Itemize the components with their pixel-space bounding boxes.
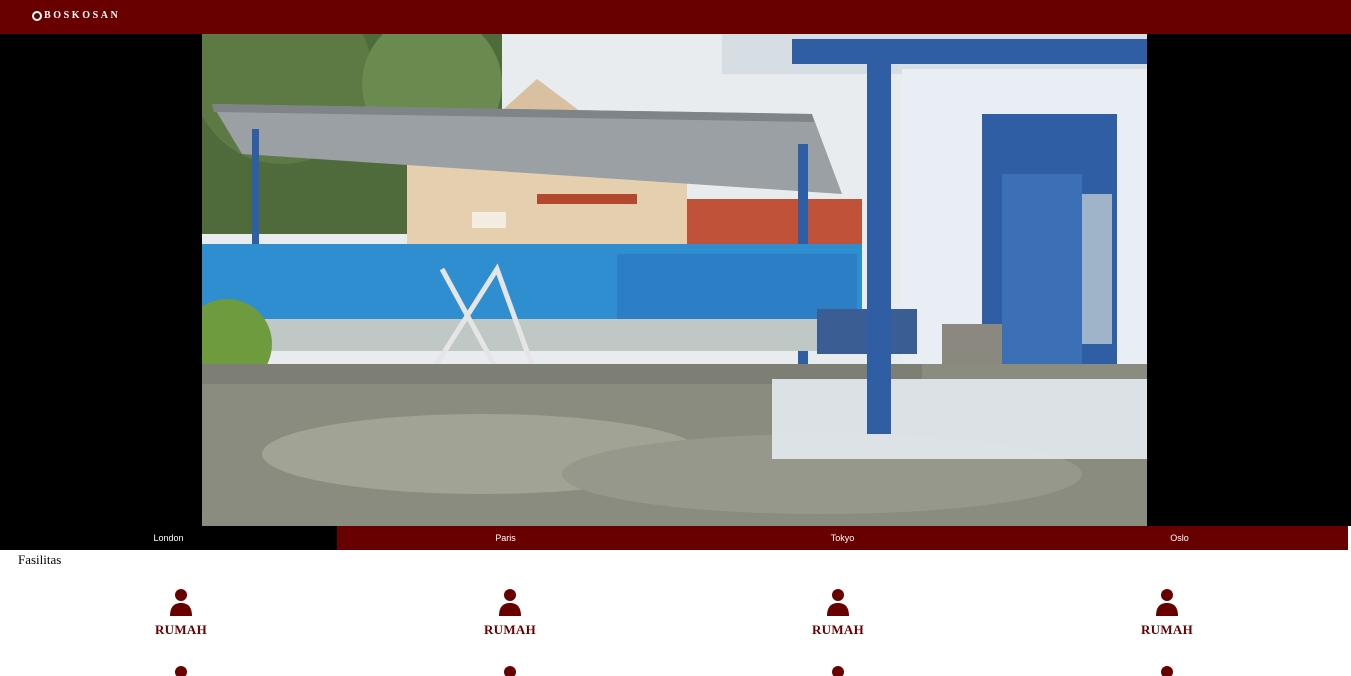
person-icon	[499, 589, 521, 616]
hero-slider	[0, 34, 1351, 526]
tab-london[interactable]: London	[0, 526, 337, 550]
hero-photo	[202, 34, 1147, 526]
facility-label: RUMAH	[154, 622, 208, 637]
tab-label: Tokyo	[830, 533, 855, 543]
facility-card[interactable]	[111, 665, 251, 676]
facility-card[interactable]	[768, 665, 908, 676]
person-icon	[504, 666, 516, 676]
facility-card[interactable]: RUMAH	[768, 588, 908, 638]
logo-circle-icon	[32, 10, 42, 21]
person-icon	[1156, 589, 1178, 616]
brand-name: BOSKOSAN	[44, 10, 121, 21]
person-icon	[827, 589, 849, 616]
person-icon	[1161, 666, 1173, 676]
facility-label: RUMAH	[483, 622, 537, 637]
facility-card[interactable]: RUMAH	[111, 588, 251, 638]
facility-card[interactable]: RUMAH	[1097, 588, 1237, 638]
tab-paris[interactable]: Paris	[337, 526, 674, 550]
tab-label: Paris	[495, 533, 516, 543]
tab-label: Oslo	[1170, 533, 1189, 543]
person-icon	[175, 666, 187, 676]
facilities-title: Fasilitas	[18, 552, 62, 567]
facility-card[interactable]	[1097, 665, 1237, 676]
brand-logo[interactable]: BOSKOSAN	[32, 10, 120, 21]
facility-label: RUMAH	[811, 622, 865, 637]
facility-label: RUMAH	[1140, 622, 1194, 637]
person-icon	[832, 666, 844, 676]
person-icon	[170, 589, 192, 616]
tab-tokyo[interactable]: Tokyo	[674, 526, 1011, 550]
top-bar: BOSKOSAN	[0, 0, 1351, 34]
facility-card[interactable]: RUMAH	[440, 588, 580, 638]
facility-card[interactable]	[440, 665, 580, 676]
tab-label: London	[153, 533, 184, 543]
tab-oslo[interactable]: Oslo	[1011, 526, 1348, 550]
city-tabs: London Paris Tokyo Oslo	[0, 526, 1351, 550]
